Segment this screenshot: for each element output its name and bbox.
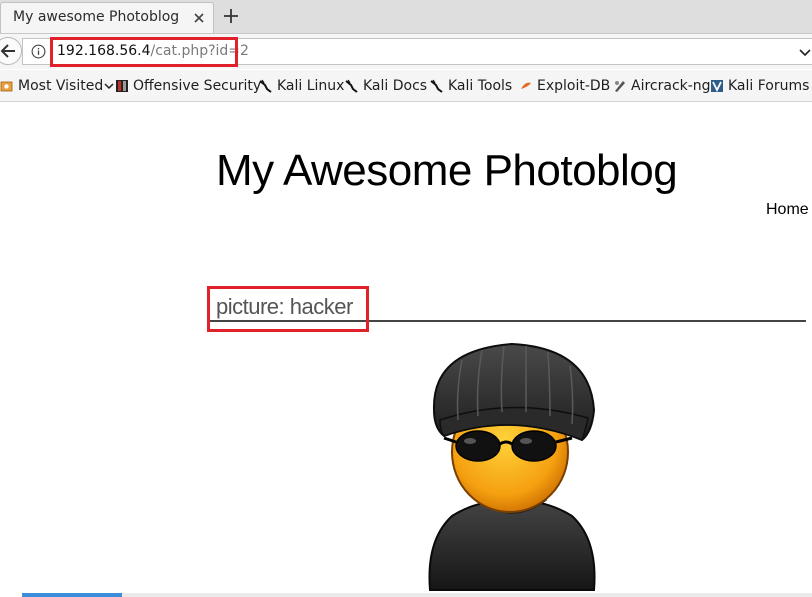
exploitdb-icon <box>521 82 531 89</box>
bookmark-label: Kali Tools <box>448 78 513 94</box>
back-button[interactable] <box>0 37 22 65</box>
aircrack-icon <box>615 81 625 92</box>
chevron-down-icon <box>104 83 114 90</box>
bookmark-most-visited[interactable]: Most Visited <box>0 77 114 95</box>
hacker-avatar-image[interactable] <box>422 340 602 592</box>
bookmark-aircrack-ng[interactable]: Aircrack-ng <box>613 77 711 95</box>
tab-bar: My awesome Photoblog <box>0 0 812 34</box>
bookmark-kali-forums[interactable]: Kali Forums <box>710 77 809 95</box>
bookmark-label: Offensive Security <box>133 78 262 94</box>
bookmark-exploit-db[interactable]: Exploit-DB <box>519 77 610 95</box>
url-highlight-box <box>50 37 238 67</box>
bookmark-label: Kali Forums <box>728 78 810 94</box>
kali-forums-icon <box>711 80 723 93</box>
bookmark-kali-tools[interactable]: Kali Tools <box>430 77 512 95</box>
plus-icon[interactable] <box>221 6 241 26</box>
info-icon[interactable] <box>31 44 46 59</box>
bottom-divider <box>122 593 812 597</box>
bookmark-label: Kali Linux <box>277 78 345 94</box>
tab-title: My awesome Photoblog <box>13 9 180 25</box>
bottom-tab-indicator <box>22 593 122 597</box>
kali-dragon-icon <box>430 79 443 93</box>
bookmarks-toolbar: Most Visited Offensive Security Kali Lin… <box>0 70 812 102</box>
bookmark-label: Exploit-DB <box>537 78 611 94</box>
gear-icon <box>0 81 13 92</box>
page-title: My Awesome Photoblog <box>216 146 678 195</box>
back-arrow-icon <box>0 44 15 58</box>
browser-tab[interactable]: My awesome Photoblog <box>0 2 214 33</box>
kali-dragon-icon <box>345 79 358 93</box>
nav-home-link[interactable]: Home <box>766 201 809 219</box>
bookmark-label: Most Visited <box>18 78 104 94</box>
bookmark-label: Aircrack-ng <box>631 78 711 94</box>
bookmark-kali-docs[interactable]: Kali Docs <box>345 77 427 95</box>
chevron-down-icon[interactable] <box>798 45 812 59</box>
close-icon[interactable] <box>191 10 207 26</box>
caption-highlight-box <box>207 286 369 332</box>
bookmark-label: Kali Docs <box>363 78 428 94</box>
kali-dragon-icon <box>259 79 272 93</box>
bookmark-kali-linux[interactable]: Kali Linux <box>259 77 344 95</box>
bookmark-offensive-security[interactable]: Offensive Security <box>115 77 261 95</box>
offsec-icon <box>116 80 128 92</box>
